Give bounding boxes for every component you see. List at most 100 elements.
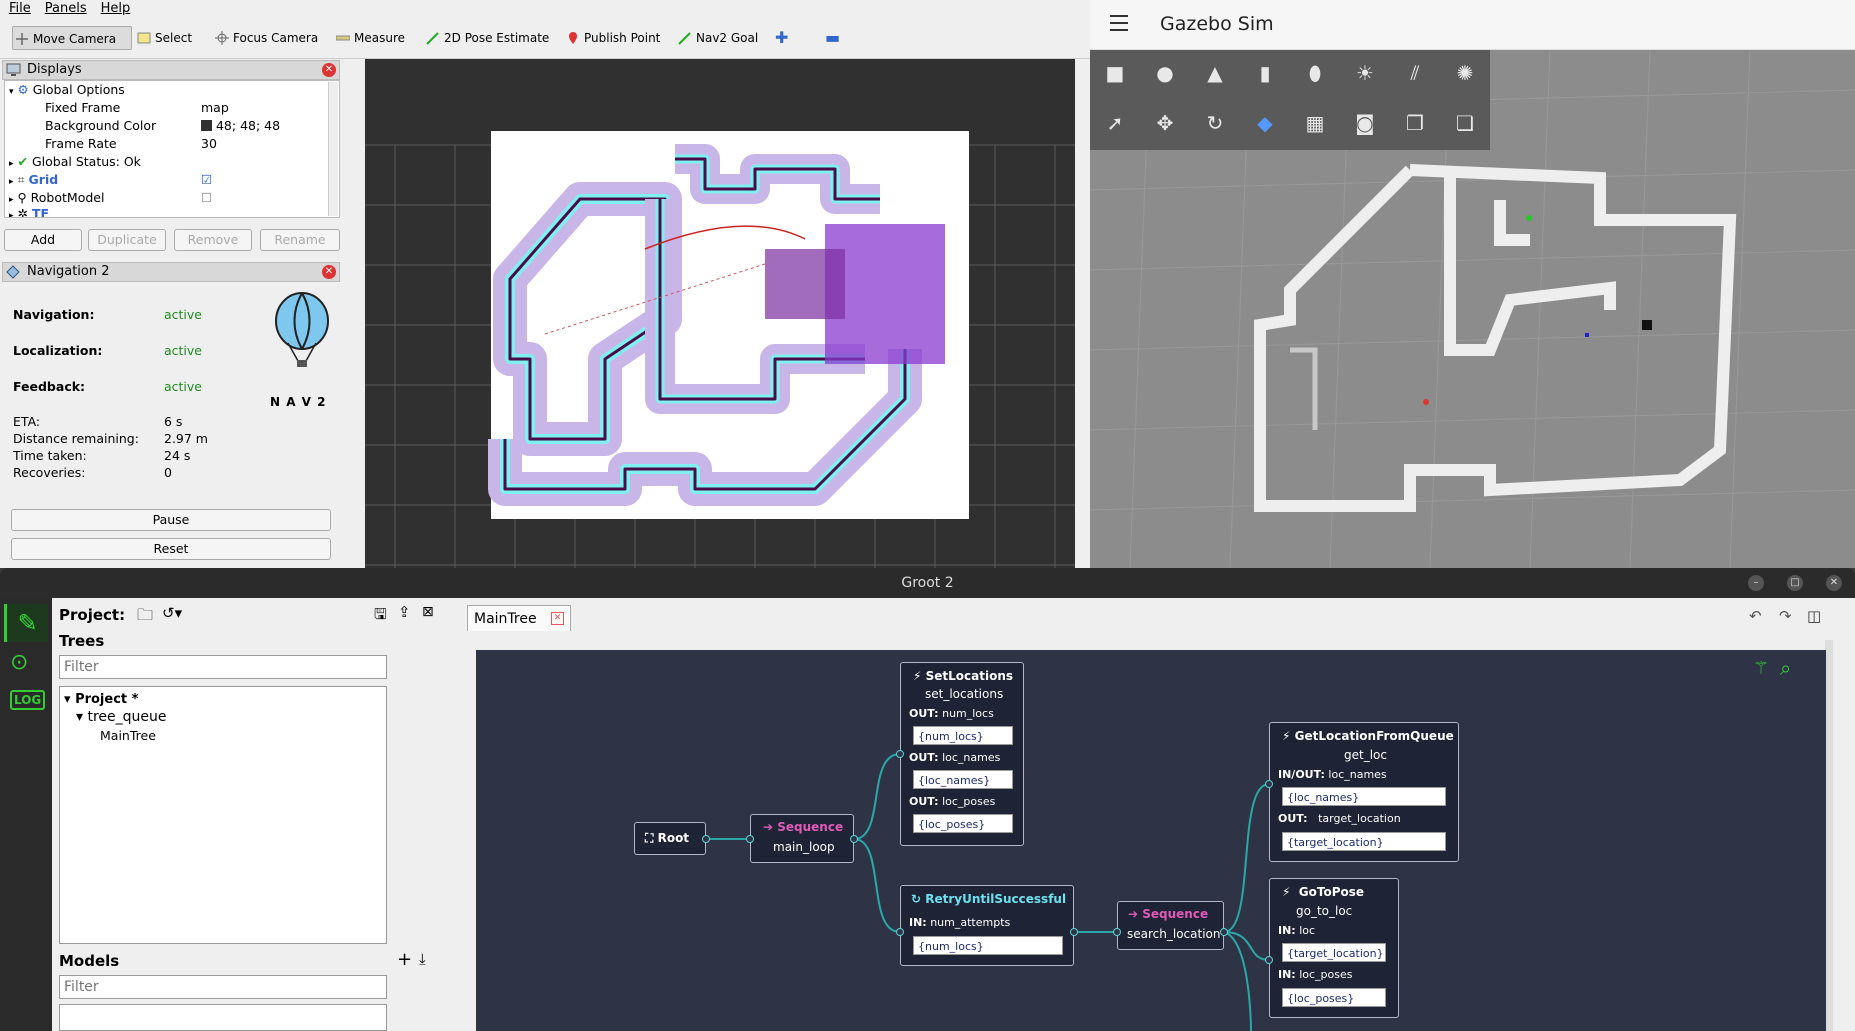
spot-light-icon[interactable]: ✺: [1452, 60, 1478, 86]
focus-camera-tool[interactable]: Focus Camera: [213, 26, 318, 50]
editor-mode-icon[interactable]: ✎: [4, 604, 48, 642]
capsule-shape-icon[interactable]: ⬮: [1302, 60, 1328, 86]
search-seq-output-port[interactable]: [1220, 928, 1228, 936]
remove-tool-button[interactable]: ▬: [825, 26, 840, 50]
magic-wand-icon[interactable]: ⚚: [1753, 658, 1769, 679]
point-light-icon[interactable]: ☀: [1352, 60, 1378, 86]
trees-filter-input[interactable]: [59, 655, 387, 679]
grid-checkbox[interactable]: ☑: [201, 171, 212, 189]
camera-icon[interactable]: ◙: [1352, 110, 1378, 136]
save-icon[interactable]: 🖫: [374, 604, 387, 629]
gotopose-node[interactable]: ⚡ GoToPose go_to_loc IN: loc {target_loc…: [1269, 878, 1399, 1018]
tree-row-global-options[interactable]: ▾ ⚙ Global Options: [9, 81, 125, 99]
retry-node[interactable]: ↻ RetryUntilSuccessful IN: num_attempts …: [900, 885, 1074, 966]
models-filter-input[interactable]: [59, 975, 387, 999]
loc-poses-field[interactable]: {loc_poses}: [913, 814, 1013, 833]
project-root-item[interactable]: ▾ Project *: [64, 692, 138, 707]
sequence-node-search-location[interactable]: ➔ Sequence search_location: [1117, 901, 1224, 950]
paste-icon[interactable]: ❏: [1452, 110, 1478, 136]
tree-row-frame-rate[interactable]: Frame Rate: [45, 135, 117, 153]
translate-icon[interactable]: ✥: [1152, 110, 1178, 136]
num-locs-field[interactable]: {num_locs}: [913, 726, 1013, 745]
add-model-icon[interactable]: +: [397, 949, 412, 970]
gotopose-input-port[interactable]: [1265, 956, 1273, 964]
rotate-icon[interactable]: ↻: [1202, 110, 1228, 136]
loc-names-inout-field[interactable]: {loc_names}: [1282, 787, 1446, 806]
reload-icon[interactable]: ↺▾: [162, 604, 182, 622]
split-view-icon[interactable]: ◫: [1807, 607, 1821, 625]
reset-button[interactable]: Reset: [11, 538, 331, 560]
retry-output-port[interactable]: [1070, 928, 1078, 936]
tree-scrollbar[interactable]: [328, 82, 338, 216]
download-icon[interactable]: ⤓: [419, 950, 426, 968]
select-arrow-icon[interactable]: ➚: [1102, 110, 1128, 136]
tree-row-tf[interactable]: ▸ ✲ TF: [9, 205, 49, 217]
setlocations-node[interactable]: ⚡ SetLocations set_locations OUT: num_lo…: [900, 662, 1024, 846]
box-shape-icon[interactable]: ■: [1102, 60, 1128, 86]
publish-point-tool[interactable]: Publish Point: [564, 26, 660, 50]
copy-icon[interactable]: ❐: [1402, 110, 1428, 136]
close-tab-icon[interactable]: ✕: [551, 612, 564, 625]
menu-panels[interactable]: Panels: [36, 0, 92, 17]
menu-file[interactable]: File: [0, 0, 36, 17]
sequence-input-port[interactable]: [746, 835, 754, 843]
tree-row-grid[interactable]: ▸ ⌗ Grid: [9, 171, 58, 189]
upload-icon[interactable]: ⇪: [398, 603, 411, 621]
num-attempts-field[interactable]: {num_locs}: [913, 936, 1063, 955]
grid-snap-icon[interactable]: ▦: [1302, 110, 1328, 136]
move-camera-tool[interactable]: Move Camera: [12, 26, 132, 50]
sphere-shape-icon[interactable]: ●: [1152, 60, 1178, 86]
tab-maintree[interactable]: MainTree ✕: [467, 605, 571, 631]
measure-tool[interactable]: Measure: [334, 26, 405, 50]
minimize-icon[interactable]: –: [1748, 575, 1764, 591]
root-node[interactable]: ⛶ Root: [634, 822, 706, 855]
pose-estimate-tool[interactable]: 2D Pose Estimate: [424, 26, 549, 50]
undo-icon[interactable]: ↶: [1749, 607, 1762, 625]
getloc-input-port[interactable]: [1265, 780, 1273, 788]
close-icon[interactable]: ✕: [322, 265, 336, 279]
cone-shape-icon[interactable]: ▲: [1202, 60, 1228, 86]
maximize-icon[interactable]: □: [1787, 575, 1803, 591]
redo-icon[interactable]: ↷: [1779, 607, 1792, 625]
tree-row-background-color[interactable]: Background Color: [45, 117, 156, 135]
setlocations-input-port[interactable]: [896, 750, 904, 758]
sequence-output-port[interactable]: [850, 835, 858, 843]
goto-loc-poses-field[interactable]: {loc_poses}: [1282, 988, 1386, 1007]
loc-field[interactable]: {target_location}: [1282, 943, 1386, 962]
duplicate-button[interactable]: Duplicate: [88, 229, 166, 251]
background-color-value[interactable]: 48; 48; 48: [201, 117, 280, 135]
hamburger-menu-icon[interactable]: [1110, 15, 1128, 31]
search-seq-input-port[interactable]: [1113, 928, 1121, 936]
sequence-node-main-loop[interactable]: ➔ Sequence main_loop: [750, 814, 854, 863]
folder-icon[interactable]: 🗀: [137, 604, 153, 631]
tree-row-fixed-frame[interactable]: Fixed Frame: [45, 99, 120, 117]
tree-queue-item[interactable]: ▾ tree_queue: [76, 709, 167, 725]
editor-scrollbar[interactable]: [1825, 640, 1833, 1031]
rename-button[interactable]: Rename: [260, 229, 340, 251]
frame-rate-value[interactable]: 30: [201, 135, 217, 153]
select-tool[interactable]: Select: [135, 26, 192, 50]
getlocationfromqueue-node[interactable]: ⚡ GetLocationFromQueue get_loc IN/OUT: l…: [1269, 722, 1459, 862]
behavior-tree-canvas[interactable]: ⛶ Root ➔ Sequence main_loop ⚡ SetLocatio…: [476, 650, 1826, 1031]
panel-splitter[interactable]: [1075, 59, 1090, 568]
maintree-item[interactable]: MainTree: [100, 728, 156, 743]
log-mode-icon[interactable]: LOG: [10, 690, 46, 710]
close-icon[interactable]: ✕: [1826, 575, 1842, 591]
loc-names-field[interactable]: {loc_names}: [913, 770, 1013, 789]
tree-row-global-status[interactable]: ▸ ✔ Global Status: Ok: [9, 153, 141, 171]
pause-button[interactable]: Pause: [11, 509, 331, 531]
close-icon[interactable]: ✕: [322, 63, 336, 77]
scale-icon[interactable]: ◆: [1252, 110, 1278, 136]
monitor-mode-icon[interactable]: ⊙: [10, 650, 28, 675]
add-tool-button[interactable]: ✚: [775, 26, 788, 50]
directional-light-icon[interactable]: ⫽: [1402, 60, 1428, 86]
robotmodel-checkbox[interactable]: ☐: [201, 189, 212, 207]
target-location-field[interactable]: {target_location}: [1282, 832, 1446, 851]
root-output-port[interactable]: [702, 835, 710, 843]
remove-button[interactable]: Remove: [174, 229, 252, 251]
add-button[interactable]: Add: [4, 229, 82, 251]
3d-viewport[interactable]: [365, 59, 1075, 568]
fixed-frame-value[interactable]: map: [201, 99, 229, 117]
menu-help[interactable]: Help: [92, 0, 136, 17]
cylinder-shape-icon[interactable]: ▮: [1252, 60, 1278, 86]
